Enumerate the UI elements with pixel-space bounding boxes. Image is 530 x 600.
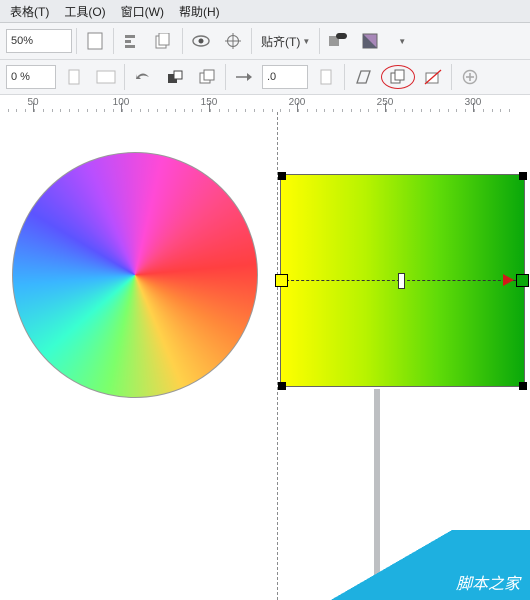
- percent-input[interactable]: [6, 65, 56, 89]
- menu-windows[interactable]: 窗口(W): [115, 1, 170, 22]
- page-icon[interactable]: [81, 27, 109, 55]
- toggle-a-icon[interactable]: [324, 27, 352, 55]
- dropdown-caret-icon[interactable]: ▼: [388, 27, 416, 55]
- footer-banner: 脚本之家: [330, 530, 530, 600]
- undo-icon[interactable]: [129, 63, 157, 91]
- menu-tools[interactable]: 工具(O): [58, 1, 111, 22]
- shape-tool-icon[interactable]: [161, 63, 189, 91]
- half-square-icon[interactable]: [356, 27, 384, 55]
- guide-vertical[interactable]: [277, 112, 278, 600]
- clear-transform-icon[interactable]: [419, 63, 447, 91]
- eye-icon[interactable]: [187, 27, 215, 55]
- zoom-input[interactable]: [6, 29, 72, 53]
- gradient-stop-end[interactable]: [516, 274, 529, 287]
- circle-object[interactable]: [12, 152, 258, 398]
- canvas[interactable]: [0, 112, 530, 600]
- transform-skew-icon[interactable]: [349, 63, 377, 91]
- duplicate-icon[interactable]: [193, 63, 221, 91]
- gradient-midpoint[interactable]: [398, 273, 405, 289]
- stepper-a-icon[interactable]: [60, 63, 88, 91]
- menu-tables[interactable]: 表格(T): [4, 1, 55, 22]
- gradient-arrow-icon: [503, 274, 514, 286]
- page-duplicate-icon[interactable]: [150, 27, 178, 55]
- arrow-right-icon[interactable]: [230, 63, 258, 91]
- stepper-c-icon[interactable]: [312, 63, 340, 91]
- number-input[interactable]: [262, 65, 308, 89]
- target-icon[interactable]: [219, 27, 247, 55]
- copy-fill-button[interactable]: [381, 65, 415, 89]
- snap-dropdown[interactable]: 贴齐(T) ▼: [256, 30, 315, 53]
- stepper-b-icon[interactable]: [92, 63, 120, 91]
- align-left-icon[interactable]: [118, 27, 146, 55]
- menu-help[interactable]: 帮助(H): [173, 1, 226, 22]
- add-icon[interactable]: [456, 63, 484, 91]
- gradient-stop-start[interactable]: [275, 274, 288, 287]
